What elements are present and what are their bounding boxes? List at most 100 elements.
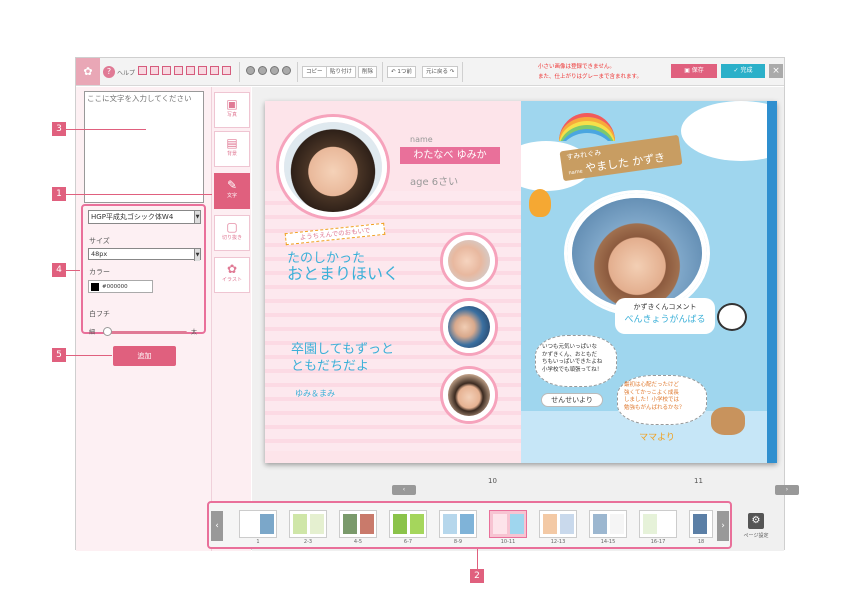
font-value: HGP平成丸ゴシック体W4 bbox=[91, 213, 174, 221]
thumb-preview bbox=[260, 514, 274, 534]
thumb-label: 12-13 bbox=[550, 539, 566, 545]
align-top-icon[interactable] bbox=[174, 66, 183, 75]
callout-3: 3 bbox=[52, 122, 66, 136]
gear-icon: ⚙ bbox=[748, 513, 764, 529]
thumb-label: 16-17 bbox=[650, 539, 666, 545]
message-1-line-3: ちもいっぱいできたよね bbox=[542, 359, 603, 365]
thumb-label: 8-9 bbox=[453, 539, 463, 545]
comment-bubble[interactable]: かずきくんコメント べんきょうがんばる bbox=[615, 298, 715, 334]
redo-icon: ↷ bbox=[449, 69, 455, 75]
mama-label[interactable]: ママより bbox=[627, 431, 687, 445]
border-slider-handle[interactable] bbox=[103, 327, 112, 336]
thumb-page-16-17[interactable] bbox=[639, 510, 677, 538]
message-bubble-2[interactable]: 最初は心配だったけど 強くてかっこよく成長 しました！小学校では 勉強もがんばれ… bbox=[617, 375, 707, 425]
white-border-label: 白フチ bbox=[89, 310, 110, 318]
toolbar-divider bbox=[239, 62, 240, 82]
size-select[interactable]: 48px ▼ bbox=[88, 248, 201, 261]
photo-image bbox=[448, 306, 490, 348]
align-right-icon[interactable] bbox=[162, 66, 171, 75]
bring-front-icon[interactable] bbox=[246, 66, 255, 75]
align-bottom-icon[interactable] bbox=[198, 66, 207, 75]
photo-baby[interactable] bbox=[443, 235, 495, 287]
crop-icon: ▢ bbox=[226, 220, 238, 234]
thumb-page-4-5[interactable] bbox=[339, 510, 377, 538]
thumb-page-12-13[interactable] bbox=[539, 510, 577, 538]
photo-boy[interactable] bbox=[567, 193, 707, 313]
name-tag[interactable]: すみれぐみ name やました かずき bbox=[559, 134, 683, 182]
done-button[interactable]: ✓ 完成 bbox=[721, 64, 765, 78]
page-prev-button[interactable]: ‹ bbox=[392, 485, 416, 495]
thumb-page-6-7[interactable] bbox=[389, 510, 427, 538]
left-page-number: 10 bbox=[488, 477, 497, 485]
page-setting-button[interactable]: ⚙ ページ設定 bbox=[741, 513, 771, 539]
undo-icon: ↶ bbox=[391, 69, 396, 75]
border-slider-track[interactable] bbox=[103, 331, 187, 334]
thumb-page-14-15[interactable] bbox=[589, 510, 627, 538]
tool-background[interactable]: ▤ 背景 bbox=[214, 131, 250, 167]
photo-image bbox=[448, 240, 490, 282]
thumb-label: 4-5 bbox=[353, 539, 363, 545]
name-label[interactable]: わたなべ ゆみか bbox=[400, 147, 500, 164]
delete-button[interactable]: 削除 bbox=[358, 66, 378, 78]
text-input[interactable] bbox=[84, 91, 204, 203]
distribute-h-icon[interactable] bbox=[210, 66, 219, 75]
save-button[interactable]: ▣ 保存 bbox=[671, 64, 717, 78]
thumb-label: 6-7 bbox=[403, 539, 413, 545]
bring-forward-icon[interactable] bbox=[258, 66, 267, 75]
tool-photo[interactable]: ▣ 写真 bbox=[214, 92, 250, 128]
align-center-icon[interactable] bbox=[150, 66, 159, 75]
thumb-preview bbox=[693, 514, 707, 534]
signature-text[interactable]: ゆみ＆まみ bbox=[295, 388, 335, 399]
age-label[interactable]: age 6さい bbox=[410, 173, 458, 188]
font-select[interactable]: HGP平成丸ゴシック体W4 ▼ bbox=[88, 210, 201, 224]
thumb-page-18[interactable] bbox=[689, 510, 713, 538]
thumb-preview bbox=[343, 514, 357, 534]
redo-button[interactable]: 元に戻る ↷ bbox=[422, 66, 459, 78]
balloon-illustration bbox=[529, 189, 551, 217]
thumb-page-2-3[interactable] bbox=[289, 510, 327, 538]
right-page[interactable]: すみれぐみ name やました かずき かずきくんコメント べんきょうがんばる … bbox=[521, 101, 777, 463]
tool-text[interactable]: ✎ 文字 bbox=[214, 173, 250, 209]
tool-label: 切り抜き bbox=[221, 235, 242, 241]
thumb-page-10-11[interactable] bbox=[489, 510, 527, 538]
add-button[interactable]: 追加 bbox=[113, 346, 176, 366]
photo-child-2[interactable] bbox=[443, 301, 495, 353]
thumbs-next-button[interactable]: › bbox=[717, 511, 729, 541]
thumb-preview bbox=[293, 514, 307, 534]
left-page[interactable]: name わたなべ ゆみか age 6さい ようちえんでのおもいで たのしかった… bbox=[265, 101, 521, 463]
redo-label: 元に戻る bbox=[426, 69, 449, 75]
help-label: ヘルプ bbox=[117, 69, 136, 77]
color-swatch bbox=[91, 282, 99, 291]
color-label: カラー bbox=[89, 268, 110, 276]
tool-illustration[interactable]: ✿ イラスト bbox=[214, 257, 250, 293]
save-icon: ▣ bbox=[684, 67, 690, 74]
paste-button[interactable]: 貼り付け bbox=[326, 66, 357, 78]
memory-text-1[interactable]: たのしかった おとまりほいく bbox=[287, 251, 432, 282]
tool-crop[interactable]: ▢ 切り抜き bbox=[214, 215, 250, 251]
color-picker[interactable]: #000000 bbox=[88, 280, 153, 293]
tool-label: 写真 bbox=[226, 112, 237, 118]
copy-button[interactable]: コピー bbox=[302, 66, 327, 78]
thumb-page-1[interactable] bbox=[239, 510, 277, 538]
background-icon: ▤ bbox=[226, 136, 238, 150]
thumbs-prev-button[interactable]: ‹ bbox=[211, 511, 223, 541]
memory-text-2[interactable]: 卒園してもずっと ともだちだよ bbox=[291, 341, 441, 375]
thumb-page-8-9[interactable] bbox=[439, 510, 477, 538]
photo-child-3[interactable] bbox=[443, 369, 495, 421]
send-back-icon[interactable] bbox=[282, 66, 291, 75]
close-button[interactable]: × bbox=[769, 64, 783, 78]
page-next-button[interactable]: › bbox=[775, 485, 799, 495]
name-caption: name bbox=[410, 135, 433, 144]
photo-image bbox=[572, 198, 702, 308]
align-middle-icon[interactable] bbox=[186, 66, 195, 75]
send-backward-icon[interactable] bbox=[270, 66, 279, 75]
thumb-preview bbox=[410, 514, 424, 534]
message-bubble-1[interactable]: いつも元気いっぱいな かずきくん、おともだ ちもいっぱいできたよね 小学校でも頑… bbox=[535, 335, 617, 387]
align-left-icon[interactable] bbox=[138, 66, 147, 75]
distribute-v-icon[interactable] bbox=[222, 66, 231, 75]
thumb-label: 14-15 bbox=[600, 539, 616, 545]
undo-button[interactable]: ↶ 1つ前 bbox=[387, 66, 416, 78]
teacher-label[interactable]: せんせいより bbox=[541, 393, 603, 407]
photo-girl[interactable] bbox=[279, 117, 387, 217]
help-button[interactable]: ? ヘルプ bbox=[103, 64, 135, 80]
